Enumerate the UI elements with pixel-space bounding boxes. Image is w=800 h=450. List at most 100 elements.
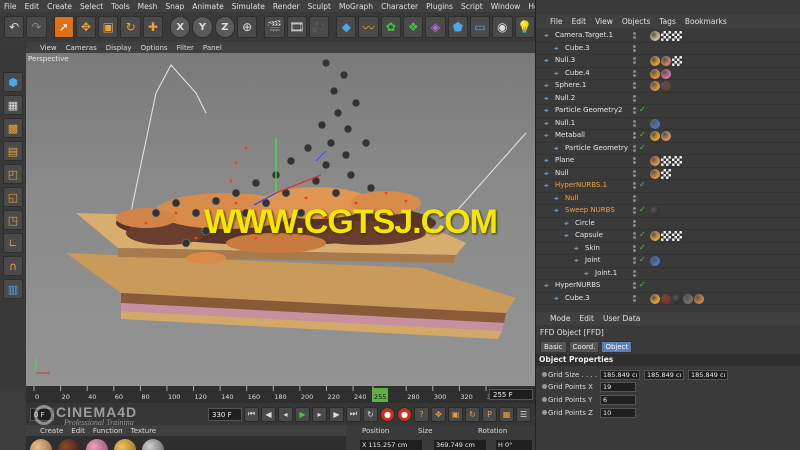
object-row[interactable]: ⌖ Camera.Target.1 — [536, 30, 800, 43]
visibility-dots[interactable] — [633, 169, 643, 178]
visibility-dots[interactable] — [633, 82, 643, 90]
object-name[interactable]: Plane — [555, 156, 574, 164]
object-name[interactable]: Camera.Target.1 — [555, 31, 613, 39]
enabled-check-icon[interactable]: ✓ — [639, 243, 646, 252]
x-axis-button[interactable]: X — [170, 16, 191, 38]
grid-points-y-field[interactable]: 6 — [600, 395, 636, 405]
material-menu-function[interactable]: Function — [93, 427, 123, 435]
add-object-icon[interactable]: ✚ — [142, 16, 164, 38]
object-name[interactable]: Sweep NURBS — [565, 206, 615, 214]
material-tag-icon[interactable] — [650, 31, 660, 41]
material-tag-icon[interactable] — [650, 231, 660, 241]
object-name[interactable]: Joint — [585, 256, 600, 264]
menu-item-edit[interactable]: Edit — [25, 2, 40, 11]
visibility-dots[interactable] — [633, 32, 643, 40]
scale-key-icon[interactable]: ▣ — [448, 406, 463, 422]
object-row[interactable]: ⌖ Capsule ✓ — [536, 230, 800, 243]
next-frame-icon[interactable]: ▸ — [312, 406, 327, 422]
rotation-key-icon[interactable]: ↻ — [465, 406, 480, 422]
position-x-field[interactable]: X 115.257 cm — [360, 440, 422, 450]
material-tag-icon[interactable] — [650, 131, 660, 141]
max-frame-field[interactable]: 330 F — [208, 407, 242, 421]
texture-tag-icon[interactable] — [672, 31, 682, 41]
viewport-3d[interactable]: Perspective WWW.CGTSJ.COM — [26, 53, 535, 386]
object-name[interactable]: Sphere.1 — [555, 81, 586, 89]
object-row[interactable]: ⌖ Null — [536, 193, 800, 205]
visibility-dots[interactable] — [633, 57, 643, 65]
menu-item-script[interactable]: Script — [461, 2, 483, 11]
object-row[interactable]: ⌖ HyperNURBS.1 ✓ — [536, 180, 800, 193]
object-name[interactable]: Particle Geometry2 — [555, 106, 622, 114]
edges-mode-icon[interactable]: ◱ — [3, 187, 23, 207]
om-menu-file[interactable]: File — [550, 17, 563, 26]
object-name[interactable]: Metaball — [555, 131, 585, 139]
am-menu-edit[interactable]: Edit — [579, 314, 594, 323]
go-to-start-icon[interactable]: ⏮ — [244, 406, 259, 422]
play-icon[interactable]: ▶ — [295, 406, 310, 422]
object-row[interactable]: ⌖ Skin ✓ — [536, 243, 800, 255]
grid-points-z-field[interactable]: 10 — [600, 408, 636, 418]
visibility-dots[interactable] — [633, 44, 643, 53]
scale-icon[interactable]: ▣ — [98, 16, 119, 38]
material-swatch[interactable] — [114, 439, 136, 450]
viewport-menu-panel[interactable]: Panel — [203, 44, 222, 52]
visibility-dots[interactable] — [633, 157, 643, 165]
object-name[interactable]: Null.1 — [555, 119, 575, 127]
material-tag-icon[interactable] — [683, 293, 693, 304]
snap-icon[interactable]: ∩ — [3, 256, 23, 276]
undo-icon[interactable]: ↶ — [4, 16, 25, 38]
om-menu-objects[interactable]: Objects — [622, 17, 650, 26]
object-name[interactable]: Cube.3 — [565, 294, 590, 302]
visibility-dots[interactable] — [633, 94, 643, 103]
go-to-end-icon[interactable]: ⏭ — [346, 406, 361, 422]
object-row[interactable]: ⌖ Null.3 — [536, 55, 800, 68]
visibility-dots[interactable] — [633, 69, 643, 78]
menu-item-animate[interactable]: Animate — [192, 2, 223, 11]
live-selection-icon[interactable]: ➚ — [53, 16, 74, 38]
polygons-mode-icon[interactable]: ◳ — [3, 210, 23, 230]
position-key-icon[interactable]: ✥ — [431, 406, 446, 422]
texture-mode-icon[interactable]: ▩ — [3, 118, 23, 138]
object-name[interactable]: Cube.4 — [565, 69, 590, 77]
object-row[interactable]: ⌖ Null.2 — [536, 93, 800, 105]
record-active-icon[interactable]: ● — [380, 406, 395, 422]
environment-icon[interactable]: ⬟ — [447, 16, 468, 38]
material-tag-icon[interactable] — [661, 293, 671, 304]
object-name[interactable]: Joint.1 — [595, 269, 617, 277]
grid-size-x-field[interactable]: 185.849 cı — [600, 370, 640, 380]
visibility-dots[interactable] — [633, 194, 643, 203]
object-name[interactable]: HyperNURBS — [555, 281, 600, 289]
material-menu-create[interactable]: Create — [40, 427, 63, 435]
axis-mode-icon[interactable]: ∟ — [3, 233, 23, 253]
object-row[interactable]: ⌖ Null.1 — [536, 118, 800, 130]
object-row[interactable]: ⌖ Null — [536, 168, 800, 180]
object-row[interactable]: ⌖ Particle Geometry2 ✓ — [536, 105, 800, 118]
om-menu-bookmarks[interactable]: Bookmarks — [685, 17, 727, 26]
z-axis-button[interactable]: Z — [214, 16, 235, 38]
object-name[interactable]: Capsule — [575, 231, 603, 239]
parameter-key-icon[interactable]: P — [482, 406, 497, 422]
material-menu-texture[interactable]: Texture — [131, 427, 157, 435]
viewport-menu-options[interactable]: Options — [141, 44, 168, 52]
menu-item-window[interactable]: Window — [491, 2, 521, 11]
om-menu-view[interactable]: View — [595, 17, 613, 26]
pla-key-icon[interactable]: ▦ — [499, 406, 514, 422]
material-tag-icon[interactable] — [661, 131, 671, 141]
menu-item-snap[interactable]: Snap — [165, 2, 184, 11]
object-row[interactable]: ⌖ Cube.3 — [536, 43, 800, 55]
tab-basic[interactable]: Basic — [540, 341, 567, 353]
object-row[interactable]: ⌖ Cube.4 — [536, 68, 800, 80]
viewport-menu-view[interactable]: View — [40, 44, 57, 52]
y-axis-button[interactable]: Y — [192, 16, 213, 38]
object-name[interactable]: Null — [565, 194, 579, 202]
object-row[interactable]: ⌖ Cube.3 — [536, 293, 800, 305]
object-row[interactable]: ⌖ HyperNURBS ✓ — [536, 280, 800, 293]
enabled-check-icon[interactable]: ✓ — [639, 143, 646, 152]
viewport-menu-filter[interactable]: Filter — [177, 44, 194, 52]
material-tag-icon[interactable] — [650, 156, 660, 166]
material-swatch[interactable] — [30, 439, 52, 450]
menu-item-mograph[interactable]: MoGraph — [339, 2, 373, 11]
visibility-dots[interactable] — [633, 269, 643, 278]
material-tag-icon[interactable] — [650, 256, 660, 266]
timeline-menu-icon[interactable]: ☰ — [516, 406, 531, 422]
